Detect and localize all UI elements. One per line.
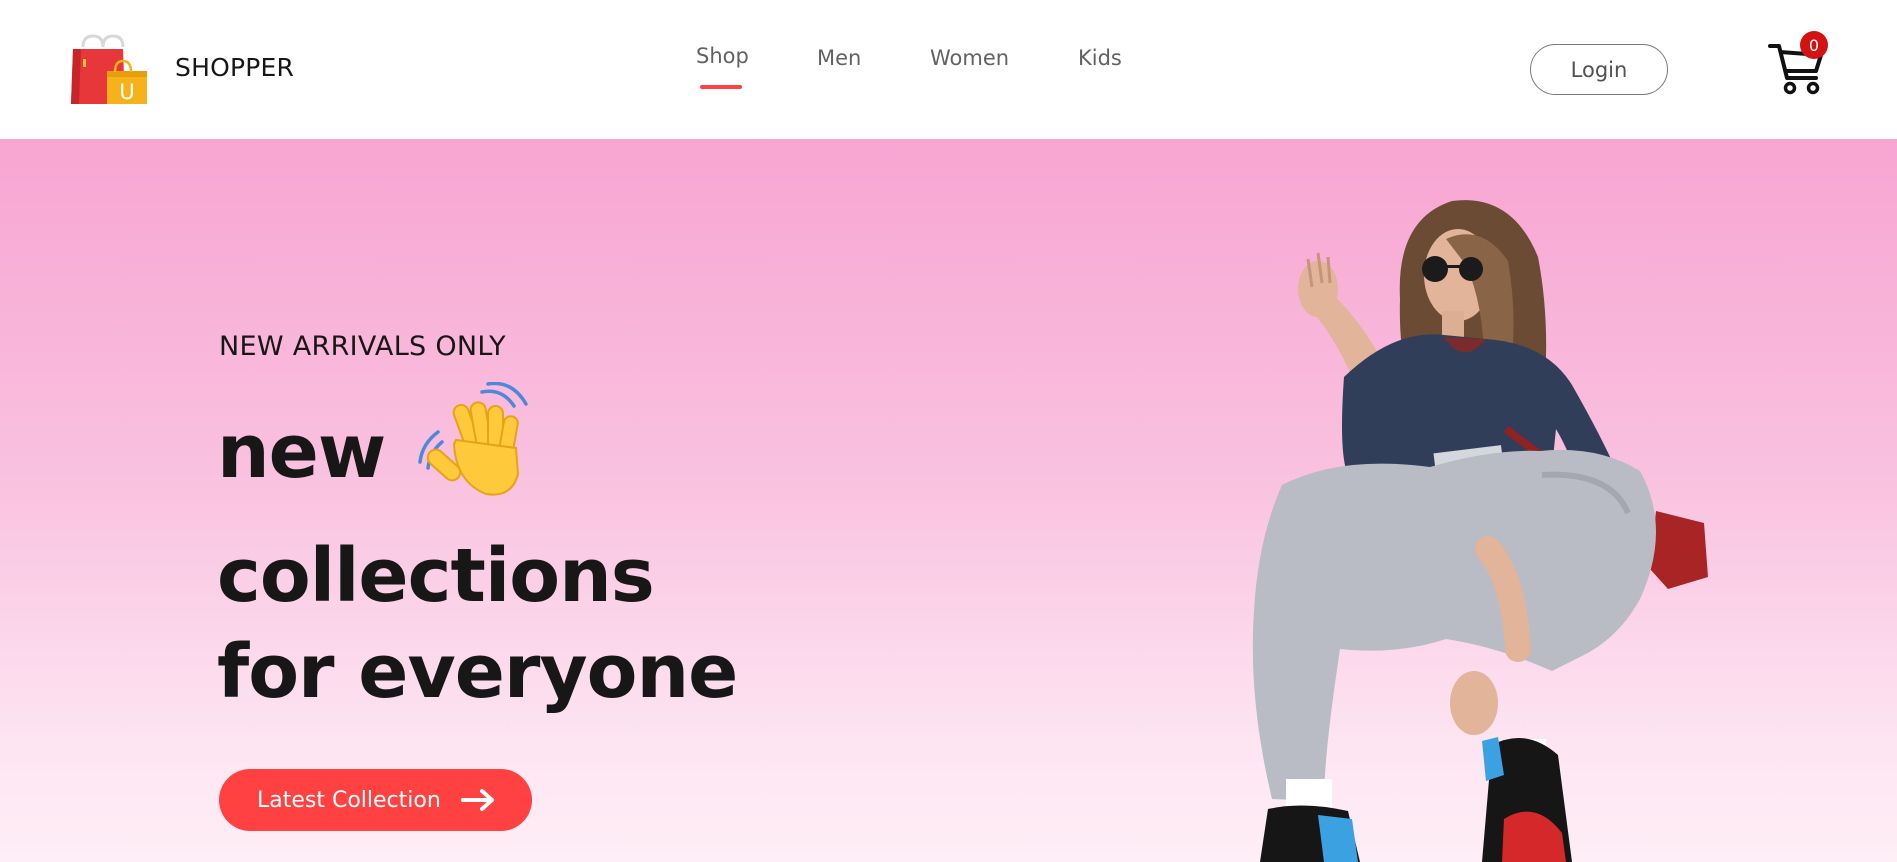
waving-hand-icon	[418, 382, 528, 496]
nav-item-label: Kids	[1078, 46, 1122, 70]
latest-collection-button[interactable]: Latest Collection	[219, 769, 532, 831]
nav-item-men[interactable]: Men	[817, 46, 861, 70]
nav-item-label: Shop	[696, 44, 749, 68]
active-nav-indicator	[700, 85, 742, 89]
cart-count-badge: 0	[1800, 31, 1828, 59]
shopping-bag-icon: U	[71, 34, 147, 104]
hero-title-line-3: for everyone	[217, 629, 738, 715]
hero-title-line-1: new	[217, 409, 386, 495]
brand-logo[interactable]: U SHOPPER	[71, 33, 294, 105]
hero-model-image	[1252, 200, 1708, 862]
nav-item-women[interactable]: Women	[930, 46, 1009, 70]
login-button[interactable]: Login	[1530, 44, 1668, 95]
hero-eyebrow: NEW ARRIVALS ONLY	[219, 331, 506, 362]
nav-item-label: Men	[817, 46, 862, 70]
brand-name: SHOPPER	[175, 53, 295, 82]
latest-collection-label: Latest Collection	[257, 787, 441, 813]
arrow-right-icon	[461, 789, 494, 811]
logo-letter: U	[119, 80, 134, 104]
hero-section: NEW ARRIVALS ONLY new collections for ev…	[0, 139, 1897, 862]
nav-item-label: Women	[930, 46, 1010, 70]
nav-item-kids[interactable]: Kids	[1078, 46, 1122, 70]
hero-title-line-2: collections	[217, 533, 655, 619]
nav-item-shop[interactable]: Shop	[696, 44, 749, 89]
navbar: U SHOPPER Shop Men Women Kids Login 0	[0, 0, 1897, 139]
